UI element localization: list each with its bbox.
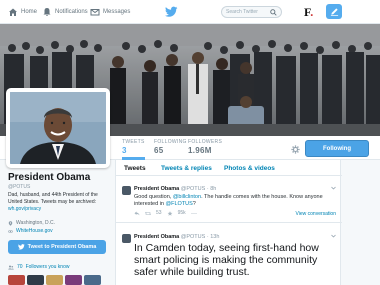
nav-home[interactable]: Home [8, 6, 37, 18]
account-logo[interactable]: F. [304, 6, 316, 18]
timeline: Tweets Tweets & replies Photos & videos … [115, 160, 342, 285]
envelope-icon [90, 9, 100, 16]
tweet-favorite-count: 95k [177, 210, 186, 216]
tweet-text: In Camden today, seeing first-hand how s… [134, 242, 319, 278]
nav-notifications[interactable]: Notifications [42, 6, 88, 18]
tweet-actions: 53 95k [134, 210, 197, 216]
location-pin-icon [8, 220, 13, 226]
profile-location-text: Washington, D.C. [16, 220, 55, 226]
tweet-author-avatar[interactable] [122, 186, 131, 195]
stat-tweets-value: 3 [122, 146, 127, 155]
tweet-text-part: ? [192, 201, 196, 207]
tweet-author-handle: @POTUS [180, 234, 206, 240]
stat-followers-value: 1.96M [188, 146, 212, 155]
nav-messages[interactable]: Messages [90, 6, 130, 18]
follower-avatar[interactable] [65, 275, 82, 285]
tweet-mention[interactable]: @billclinton [173, 194, 201, 200]
profile-location: Washington, D.C. [8, 220, 55, 226]
tweet-to-label: Tweet to President Obama [27, 244, 97, 250]
twitter-bird-icon[interactable] [165, 6, 178, 18]
profile-website-link[interactable]: WhiteHouse.gov [16, 228, 53, 234]
tweet-mention[interactable]: @FLOTUS [166, 201, 193, 207]
tweet-item[interactable]: President Obama @POTUS · 13h In Camden t… [116, 231, 342, 285]
nav-home-label: Home [21, 9, 38, 15]
link-icon [8, 229, 13, 233]
stat-following[interactable]: FOLLOWING 65 [154, 139, 187, 155]
avatar-image [10, 92, 106, 164]
follower-avatar[interactable] [8, 275, 25, 285]
nav-notifications-label: Notifications [55, 9, 88, 15]
bell-icon [43, 8, 51, 16]
tweet-to-button[interactable]: Tweet to President Obama [8, 240, 106, 254]
profile-avatar[interactable] [6, 88, 110, 168]
follower-avatar[interactable] [27, 275, 44, 285]
profile-bio-text: Dad, husband, and 44th President of the … [8, 192, 98, 205]
following-button[interactable]: Following [305, 140, 369, 157]
profile-bio: Dad, husband, and 44th President of the … [8, 192, 112, 213]
stat-followers[interactable]: FOLLOWERS 1.96M [188, 139, 222, 155]
profile-name: President Obama [8, 172, 91, 183]
more-icon[interactable] [191, 211, 197, 216]
tweet-text-part: Good question, [134, 194, 173, 200]
top-nav: Home Notifications Messages Search Twitt… [0, 0, 380, 24]
search-input[interactable]: Search Twitter [221, 6, 282, 18]
tweet-author-avatar[interactable] [122, 234, 131, 243]
tweet-header: President Obama @POTUS · 8h [134, 186, 216, 192]
tweet-author-handle: @POTUS [180, 186, 206, 192]
chevron-down-icon[interactable] [331, 234, 336, 238]
nav-messages-label: Messages [103, 9, 131, 15]
tweet-item[interactable]: President Obama @POTUS · 8h Good questio… [116, 183, 342, 223]
followers-know-count[interactable]: 70 [17, 264, 23, 270]
profile-handle: @POTUS [8, 184, 31, 190]
search-icon [270, 8, 277, 16]
followers-know-label[interactable]: Followers you know [26, 264, 70, 270]
follower-avatar[interactable] [84, 275, 101, 285]
bird-icon [17, 244, 25, 250]
retweet-icon[interactable] [145, 211, 151, 216]
stat-following-label: FOLLOWING [154, 139, 187, 145]
profile-bio-link[interactable]: wh.gov/privacy [8, 206, 41, 212]
tab-photos-videos[interactable]: Photos & videos [224, 165, 275, 172]
chevron-down-icon[interactable] [331, 186, 336, 190]
search-placeholder: Search Twitter [226, 9, 258, 15]
followers-you-know-avatars [8, 275, 101, 285]
tweet-time[interactable]: · 13h [207, 234, 220, 240]
stat-tweets[interactable]: TWEETS 3 [122, 139, 145, 160]
tweet-time[interactable]: · 8h [207, 186, 216, 192]
stat-tweets-label: TWEETS [122, 139, 145, 145]
compose-icon [330, 8, 338, 16]
gear-icon[interactable] [291, 145, 300, 154]
compose-tweet-button[interactable] [326, 4, 342, 19]
tab-tweets[interactable]: Tweets [124, 165, 146, 172]
tweet-header: President Obama @POTUS · 13h [134, 234, 219, 240]
tab-tweets-replies[interactable]: Tweets & replies [161, 165, 212, 172]
star-icon[interactable] [167, 210, 173, 216]
tweet-author-name[interactable]: President Obama [134, 234, 179, 240]
follower-avatar[interactable] [46, 275, 63, 285]
timeline-tabs: Tweets Tweets & replies Photos & videos [116, 160, 342, 176]
reply-icon[interactable] [134, 211, 140, 216]
stat-followers-label: FOLLOWERS [188, 139, 223, 145]
home-icon [9, 8, 17, 16]
tweet-author-name[interactable]: President Obama [134, 186, 179, 192]
tweet-text: Good question, @billclinton. The handle … [134, 194, 334, 208]
account-logo-dot: . [310, 5, 314, 19]
followers-you-know: 70 Followers you know [8, 264, 69, 270]
view-conversation-link[interactable]: View conversation [296, 211, 337, 217]
tweet-retweet-count: 53 [156, 210, 162, 216]
stat-following-value: 65 [154, 146, 164, 155]
people-icon [8, 265, 14, 269]
profile-website: WhiteHouse.gov [8, 228, 53, 234]
